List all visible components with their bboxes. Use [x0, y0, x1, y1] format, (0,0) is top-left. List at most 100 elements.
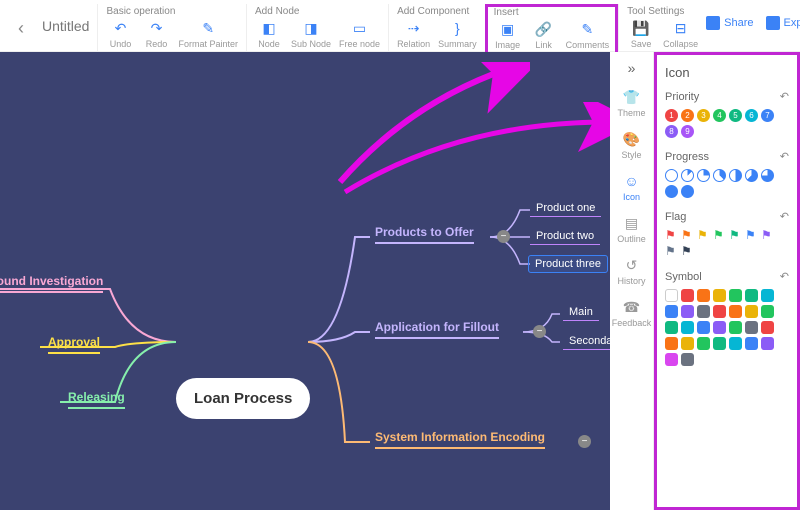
progress-6[interactable] — [761, 169, 774, 182]
flag-3[interactable]: ⚑ — [713, 229, 726, 242]
branch-right-2[interactable]: Application for Fillout — [375, 320, 499, 339]
freenode-button[interactable]: ▭Free node — [339, 19, 380, 49]
expand-toggle[interactable]: − — [497, 230, 510, 243]
flag-7[interactable]: ⚑ — [665, 245, 678, 258]
branch-left-1[interactable]: round Investigation — [0, 274, 103, 293]
comments-button[interactable]: ✎Comments — [566, 20, 610, 50]
symbol-11[interactable] — [729, 305, 742, 318]
node-button[interactable]: ◧Node — [255, 19, 283, 49]
progress-0[interactable] — [665, 169, 678, 182]
symbol-25[interactable] — [729, 337, 742, 350]
priority-4[interactable]: 4 — [713, 109, 726, 122]
symbol-27[interactable] — [761, 337, 774, 350]
export-button[interactable]: Export — [766, 16, 800, 30]
flag-6[interactable]: ⚑ — [761, 229, 774, 242]
symbol-12[interactable] — [745, 305, 758, 318]
leaf-node[interactable]: Seconda — [563, 333, 610, 350]
flag-1[interactable]: ⚑ — [681, 229, 694, 242]
subnode-button[interactable]: ◨Sub Node — [291, 19, 331, 49]
symbol-14[interactable] — [665, 321, 678, 334]
progress-3[interactable] — [713, 169, 726, 182]
nav-icon[interactable]: ☺Icon — [623, 172, 641, 202]
progress-1[interactable] — [681, 169, 694, 182]
symbol-16[interactable] — [697, 321, 710, 334]
format-painter-button[interactable]: ✎Format Painter — [178, 19, 238, 49]
symbol-13[interactable] — [761, 305, 774, 318]
undo-button[interactable]: ↶Undo — [106, 19, 134, 49]
leaf-node-selected[interactable]: Product three — [528, 255, 608, 273]
symbol-6[interactable] — [761, 289, 774, 302]
progress-7[interactable] — [665, 185, 678, 198]
flag-5[interactable]: ⚑ — [745, 229, 758, 242]
symbol-15[interactable] — [681, 321, 694, 334]
progress-2[interactable] — [697, 169, 710, 182]
symbol-29[interactable] — [681, 353, 694, 366]
collapse-button[interactable]: ⊟Collapse — [663, 19, 698, 49]
flag-0[interactable]: ⚑ — [665, 229, 678, 242]
priority-2[interactable]: 2 — [681, 109, 694, 122]
reset-button[interactable]: ↶ — [780, 270, 789, 283]
priority-3[interactable]: 3 — [697, 109, 710, 122]
summary-button[interactable]: }Summary — [438, 19, 477, 49]
symbol-17[interactable] — [713, 321, 726, 334]
symbol-21[interactable] — [665, 337, 678, 350]
priority-5[interactable]: 5 — [729, 109, 742, 122]
symbol-1[interactable] — [681, 289, 694, 302]
nav-history[interactable]: ↺History — [617, 256, 645, 286]
mindmap-canvas[interactable]: Loan Process round Investigation Approva… — [0, 52, 610, 510]
expand-toggle[interactable]: − — [578, 435, 591, 448]
progress-4[interactable] — [729, 169, 742, 182]
reset-button[interactable]: ↶ — [780, 150, 789, 163]
nav-theme[interactable]: 👕Theme — [617, 88, 645, 118]
nav-feedback[interactable]: ☎Feedback — [612, 298, 652, 328]
back-button[interactable]: ‹ — [8, 4, 34, 53]
priority-6[interactable]: 6 — [745, 109, 758, 122]
priority-9[interactable]: 9 — [681, 125, 694, 138]
symbol-19[interactable] — [745, 321, 758, 334]
priority-1[interactable]: 1 — [665, 109, 678, 122]
leaf-node[interactable]: Main — [563, 304, 599, 321]
symbol-0[interactable] — [665, 289, 678, 302]
symbol-3[interactable] — [713, 289, 726, 302]
branch-right-1[interactable]: Products to Offer — [375, 225, 474, 244]
nav-style[interactable]: 🎨Style — [621, 130, 641, 160]
flag-8[interactable]: ⚑ — [681, 245, 694, 258]
symbol-2[interactable] — [697, 289, 710, 302]
leaf-node[interactable]: Product one — [530, 200, 601, 217]
share-button[interactable]: Share — [706, 16, 753, 30]
leaf-node[interactable]: Product two — [530, 228, 600, 245]
symbol-28[interactable] — [665, 353, 678, 366]
priority-8[interactable]: 8 — [665, 125, 678, 138]
symbol-22[interactable] — [681, 337, 694, 350]
branch-left-3[interactable]: Releasing — [68, 390, 125, 409]
center-node[interactable]: Loan Process — [176, 378, 310, 419]
symbol-24[interactable] — [713, 337, 726, 350]
priority-7[interactable]: 7 — [761, 109, 774, 122]
symbol-9[interactable] — [697, 305, 710, 318]
symbol-18[interactable] — [729, 321, 742, 334]
symbol-5[interactable] — [745, 289, 758, 302]
symbol-20[interactable] — [761, 321, 774, 334]
flag-2[interactable]: ⚑ — [697, 229, 710, 242]
symbol-8[interactable] — [681, 305, 694, 318]
branch-left-2[interactable]: Approval — [48, 335, 100, 354]
symbol-4[interactable] — [729, 289, 742, 302]
reset-button[interactable]: ↶ — [780, 210, 789, 223]
progress-8[interactable] — [681, 185, 694, 198]
symbol-7[interactable] — [665, 305, 678, 318]
nav-outline[interactable]: ▤Outline — [617, 214, 646, 244]
save-button[interactable]: 💾Save — [627, 19, 655, 49]
redo-button[interactable]: ↷Redo — [142, 19, 170, 49]
document-title[interactable]: Untitled — [34, 4, 97, 48]
branch-right-3[interactable]: System Information Encoding — [375, 430, 545, 449]
symbol-10[interactable] — [713, 305, 726, 318]
image-button[interactable]: ▣Image — [494, 20, 522, 50]
progress-5[interactable] — [745, 169, 758, 182]
flag-4[interactable]: ⚑ — [729, 229, 742, 242]
reset-button[interactable]: ↶ — [780, 90, 789, 103]
relation-button[interactable]: ⇢Relation — [397, 19, 430, 49]
symbol-23[interactable] — [697, 337, 710, 350]
collapse-panel-button[interactable]: » — [628, 60, 636, 76]
link-button[interactable]: 🔗Link — [530, 20, 558, 50]
expand-toggle[interactable]: − — [533, 325, 546, 338]
